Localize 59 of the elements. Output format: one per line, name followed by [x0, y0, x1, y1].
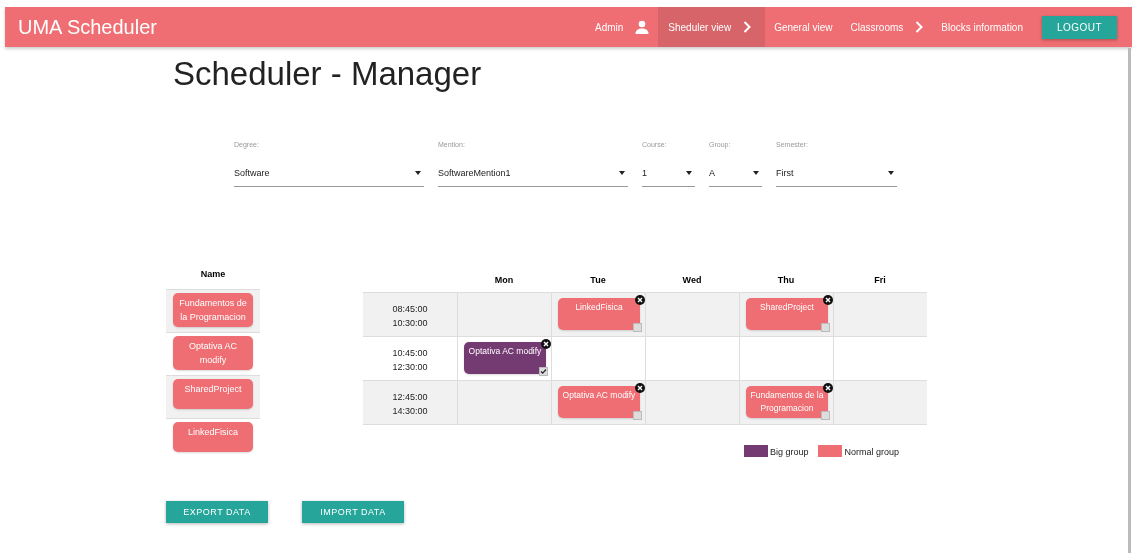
time-slot: 08:45:00 10:30:00 — [363, 293, 457, 337]
dropdown[interactable]: First — [776, 162, 897, 187]
class-block[interactable]: SharedProject — [746, 298, 828, 330]
schedule-cell[interactable]: SharedProject — [739, 293, 833, 337]
caret-icon — [888, 171, 894, 175]
user-icon — [635, 20, 650, 34]
legend-label: Normal group — [844, 447, 899, 457]
nav-link[interactable]: Classrooms — [841, 7, 933, 47]
chevron-icon — [915, 21, 924, 33]
close-icon[interactable] — [635, 383, 645, 393]
close-icon[interactable] — [635, 295, 645, 305]
action-button[interactable]: EXPORT DATA — [166, 501, 268, 523]
action-button[interactable]: IMPORT DATA — [302, 501, 404, 523]
scrollbar[interactable] — [1128, 48, 1131, 553]
class-block[interactable]: Optativa AC modify — [558, 386, 640, 418]
class-block[interactable]: LinkedFisica — [558, 298, 640, 330]
subject-chip[interactable]: LinkedFisica — [173, 422, 253, 452]
page-title: Scheduler - Manager — [173, 55, 483, 94]
schedule-cell[interactable]: Optativa AC modify — [457, 337, 551, 381]
time-slot: 12:45:00 14:30:00 — [363, 381, 457, 425]
checkbox[interactable] — [821, 411, 830, 420]
schedule-cell[interactable]: Fundamentos de la Programacion — [739, 381, 833, 425]
dropdown[interactable]: SoftwareMention1 — [438, 162, 628, 187]
column-heading: Name — [199, 269, 227, 281]
class-block[interactable]: Fundamentos de la Programacion — [746, 386, 828, 418]
dropdown[interactable]: Software — [234, 162, 424, 187]
class-block[interactable]: Optativa AC modify — [464, 342, 546, 374]
legend-label: Big group — [769, 447, 809, 457]
nav-link[interactable]: Sheduler view — [658, 7, 766, 47]
subject-chip[interactable]: Fundamentos de la Programacion — [173, 293, 253, 327]
nav-link[interactable]: General view — [765, 7, 842, 47]
schedule-cell[interactable] — [645, 293, 739, 337]
logout-button[interactable]: LOGOUT — [1042, 15, 1117, 39]
chevron-icon — [743, 21, 752, 33]
checkbox[interactable] — [539, 367, 548, 376]
close-icon[interactable] — [823, 295, 833, 305]
dropdown[interactable]: A — [709, 162, 762, 187]
checkbox[interactable] — [633, 411, 642, 420]
schedule-cell[interactable] — [457, 381, 551, 425]
schedule-cell[interactable]: Optativa AC modify — [551, 381, 645, 425]
schedule-cell[interactable]: LinkedFisica — [551, 293, 645, 337]
nav-link[interactable]: Blocks information — [932, 7, 1032, 47]
checkbox[interactable] — [821, 323, 830, 332]
schedule-cell[interactable] — [457, 293, 551, 337]
nav-link[interactable]: Admin — [585, 7, 659, 47]
subject-chip[interactable]: Optativa AC modify — [173, 336, 253, 370]
dropdown[interactable]: 1 — [642, 162, 695, 187]
caret-icon — [753, 171, 759, 175]
caret-icon — [686, 171, 692, 175]
schedule-cell[interactable] — [645, 381, 739, 425]
app-title: UMA Scheduler — [18, 15, 157, 39]
caret-icon — [415, 171, 421, 175]
close-icon[interactable] — [541, 339, 551, 349]
close-icon[interactable] — [823, 383, 833, 393]
checkbox[interactable] — [633, 323, 642, 332]
schedule-cell[interactable] — [833, 381, 927, 425]
schedule-cell[interactable] — [833, 293, 927, 337]
caret-icon — [619, 171, 625, 175]
subject-chip[interactable]: SharedProject — [173, 379, 253, 409]
